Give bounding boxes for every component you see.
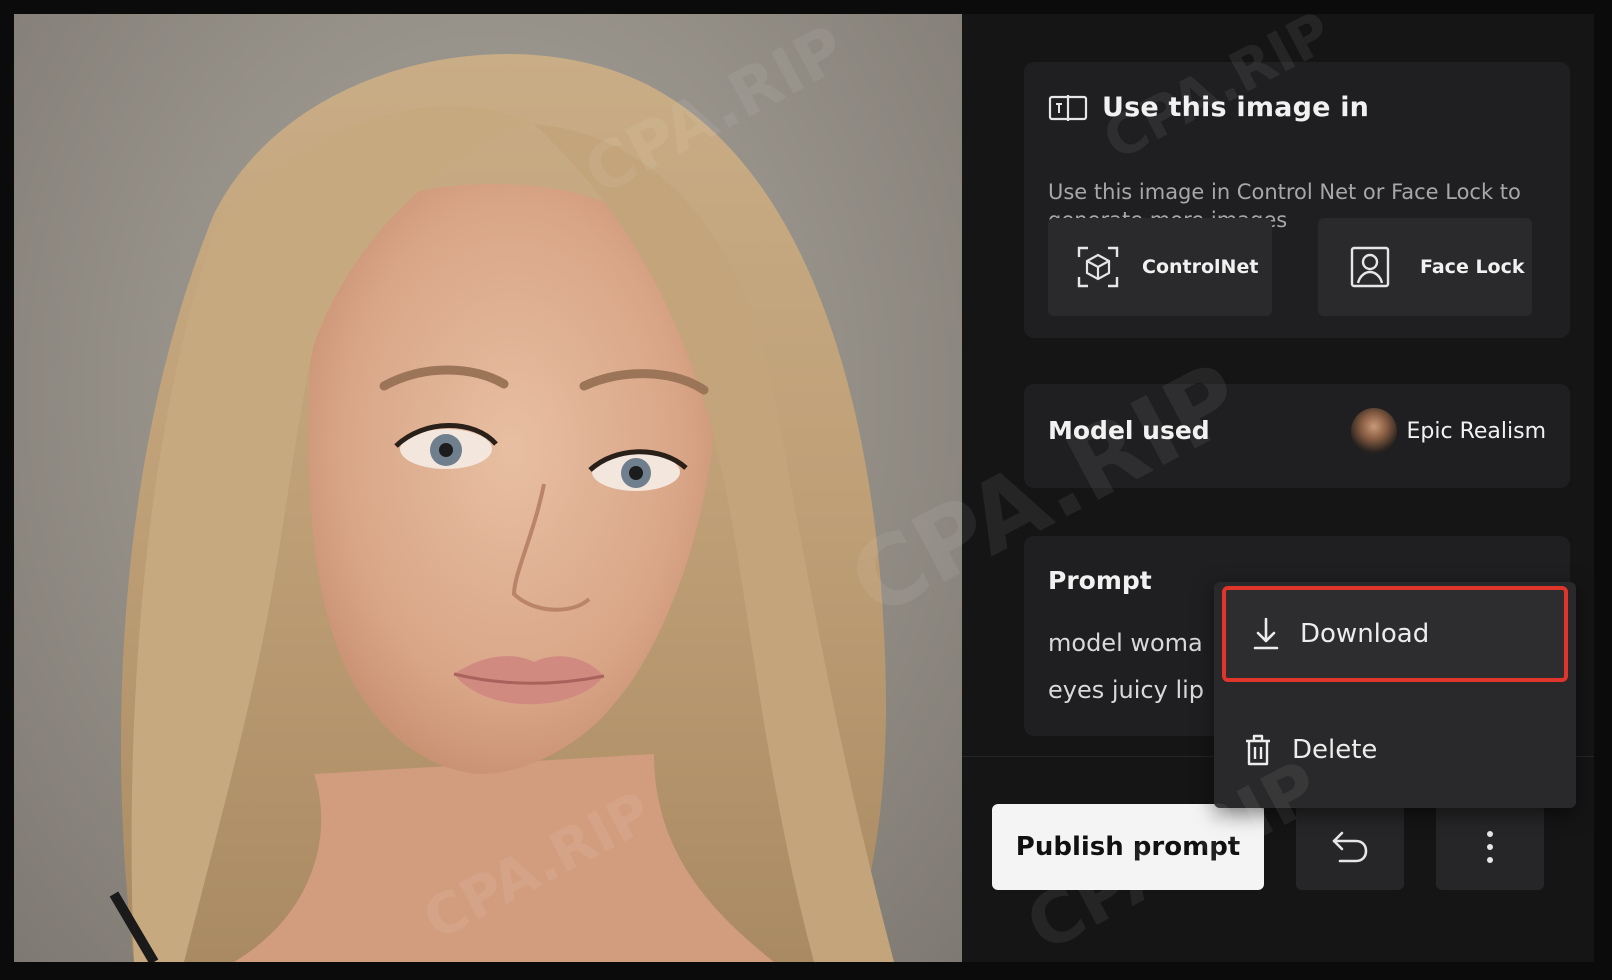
prompt-label: Prompt xyxy=(1048,566,1152,595)
undo-button[interactable] xyxy=(1296,804,1404,890)
details-panel: Use this image in Use this image in Cont… xyxy=(962,14,1594,962)
model-name: Epic Realism xyxy=(1406,418,1547,444)
download-label: Download xyxy=(1300,619,1430,649)
generated-image[interactable] xyxy=(14,14,962,962)
menu-item-delete[interactable]: Delete xyxy=(1214,702,1576,798)
model-card: Model used Epic Realism xyxy=(1024,384,1570,488)
portrait-illustration xyxy=(109,54,894,962)
undo-icon xyxy=(1332,831,1368,863)
more-options-button[interactable] xyxy=(1436,804,1544,890)
use-image-header: Use this image in xyxy=(1048,92,1369,123)
model-link[interactable]: Epic Realism xyxy=(1350,408,1547,454)
controlnet-button[interactable]: ControlNet xyxy=(1048,218,1272,316)
face-lock-button[interactable]: Face Lock xyxy=(1318,218,1532,316)
controlnet-label: ControlNet xyxy=(1142,256,1259,278)
prompt-line-1: model woma xyxy=(1048,629,1203,657)
prompt-line-2: eyes juicy lip xyxy=(1048,676,1205,704)
model-used-label: Model used xyxy=(1048,416,1210,445)
trash-icon xyxy=(1246,734,1270,766)
app-window: Use this image in Use this image in Cont… xyxy=(14,14,1594,962)
download-icon xyxy=(1253,617,1279,650)
more-vertical-icon xyxy=(1487,831,1493,863)
portrait-icon xyxy=(1350,246,1390,288)
publish-prompt-button[interactable]: Publish prompt xyxy=(992,804,1264,890)
model-avatar xyxy=(1350,408,1397,454)
face-lock-label: Face Lock xyxy=(1420,256,1525,278)
options-menu: Download Delete xyxy=(1214,582,1576,808)
use-image-icon xyxy=(1048,94,1088,121)
menu-item-download[interactable]: Download xyxy=(1222,586,1568,682)
prompt-text: model woma eyes juicy lip xyxy=(1048,620,1218,714)
cube-scan-icon xyxy=(1077,246,1119,288)
use-image-title: Use this image in xyxy=(1102,92,1370,123)
delete-label: Delete xyxy=(1292,735,1378,765)
use-image-card: Use this image in Use this image in Cont… xyxy=(1024,62,1570,338)
